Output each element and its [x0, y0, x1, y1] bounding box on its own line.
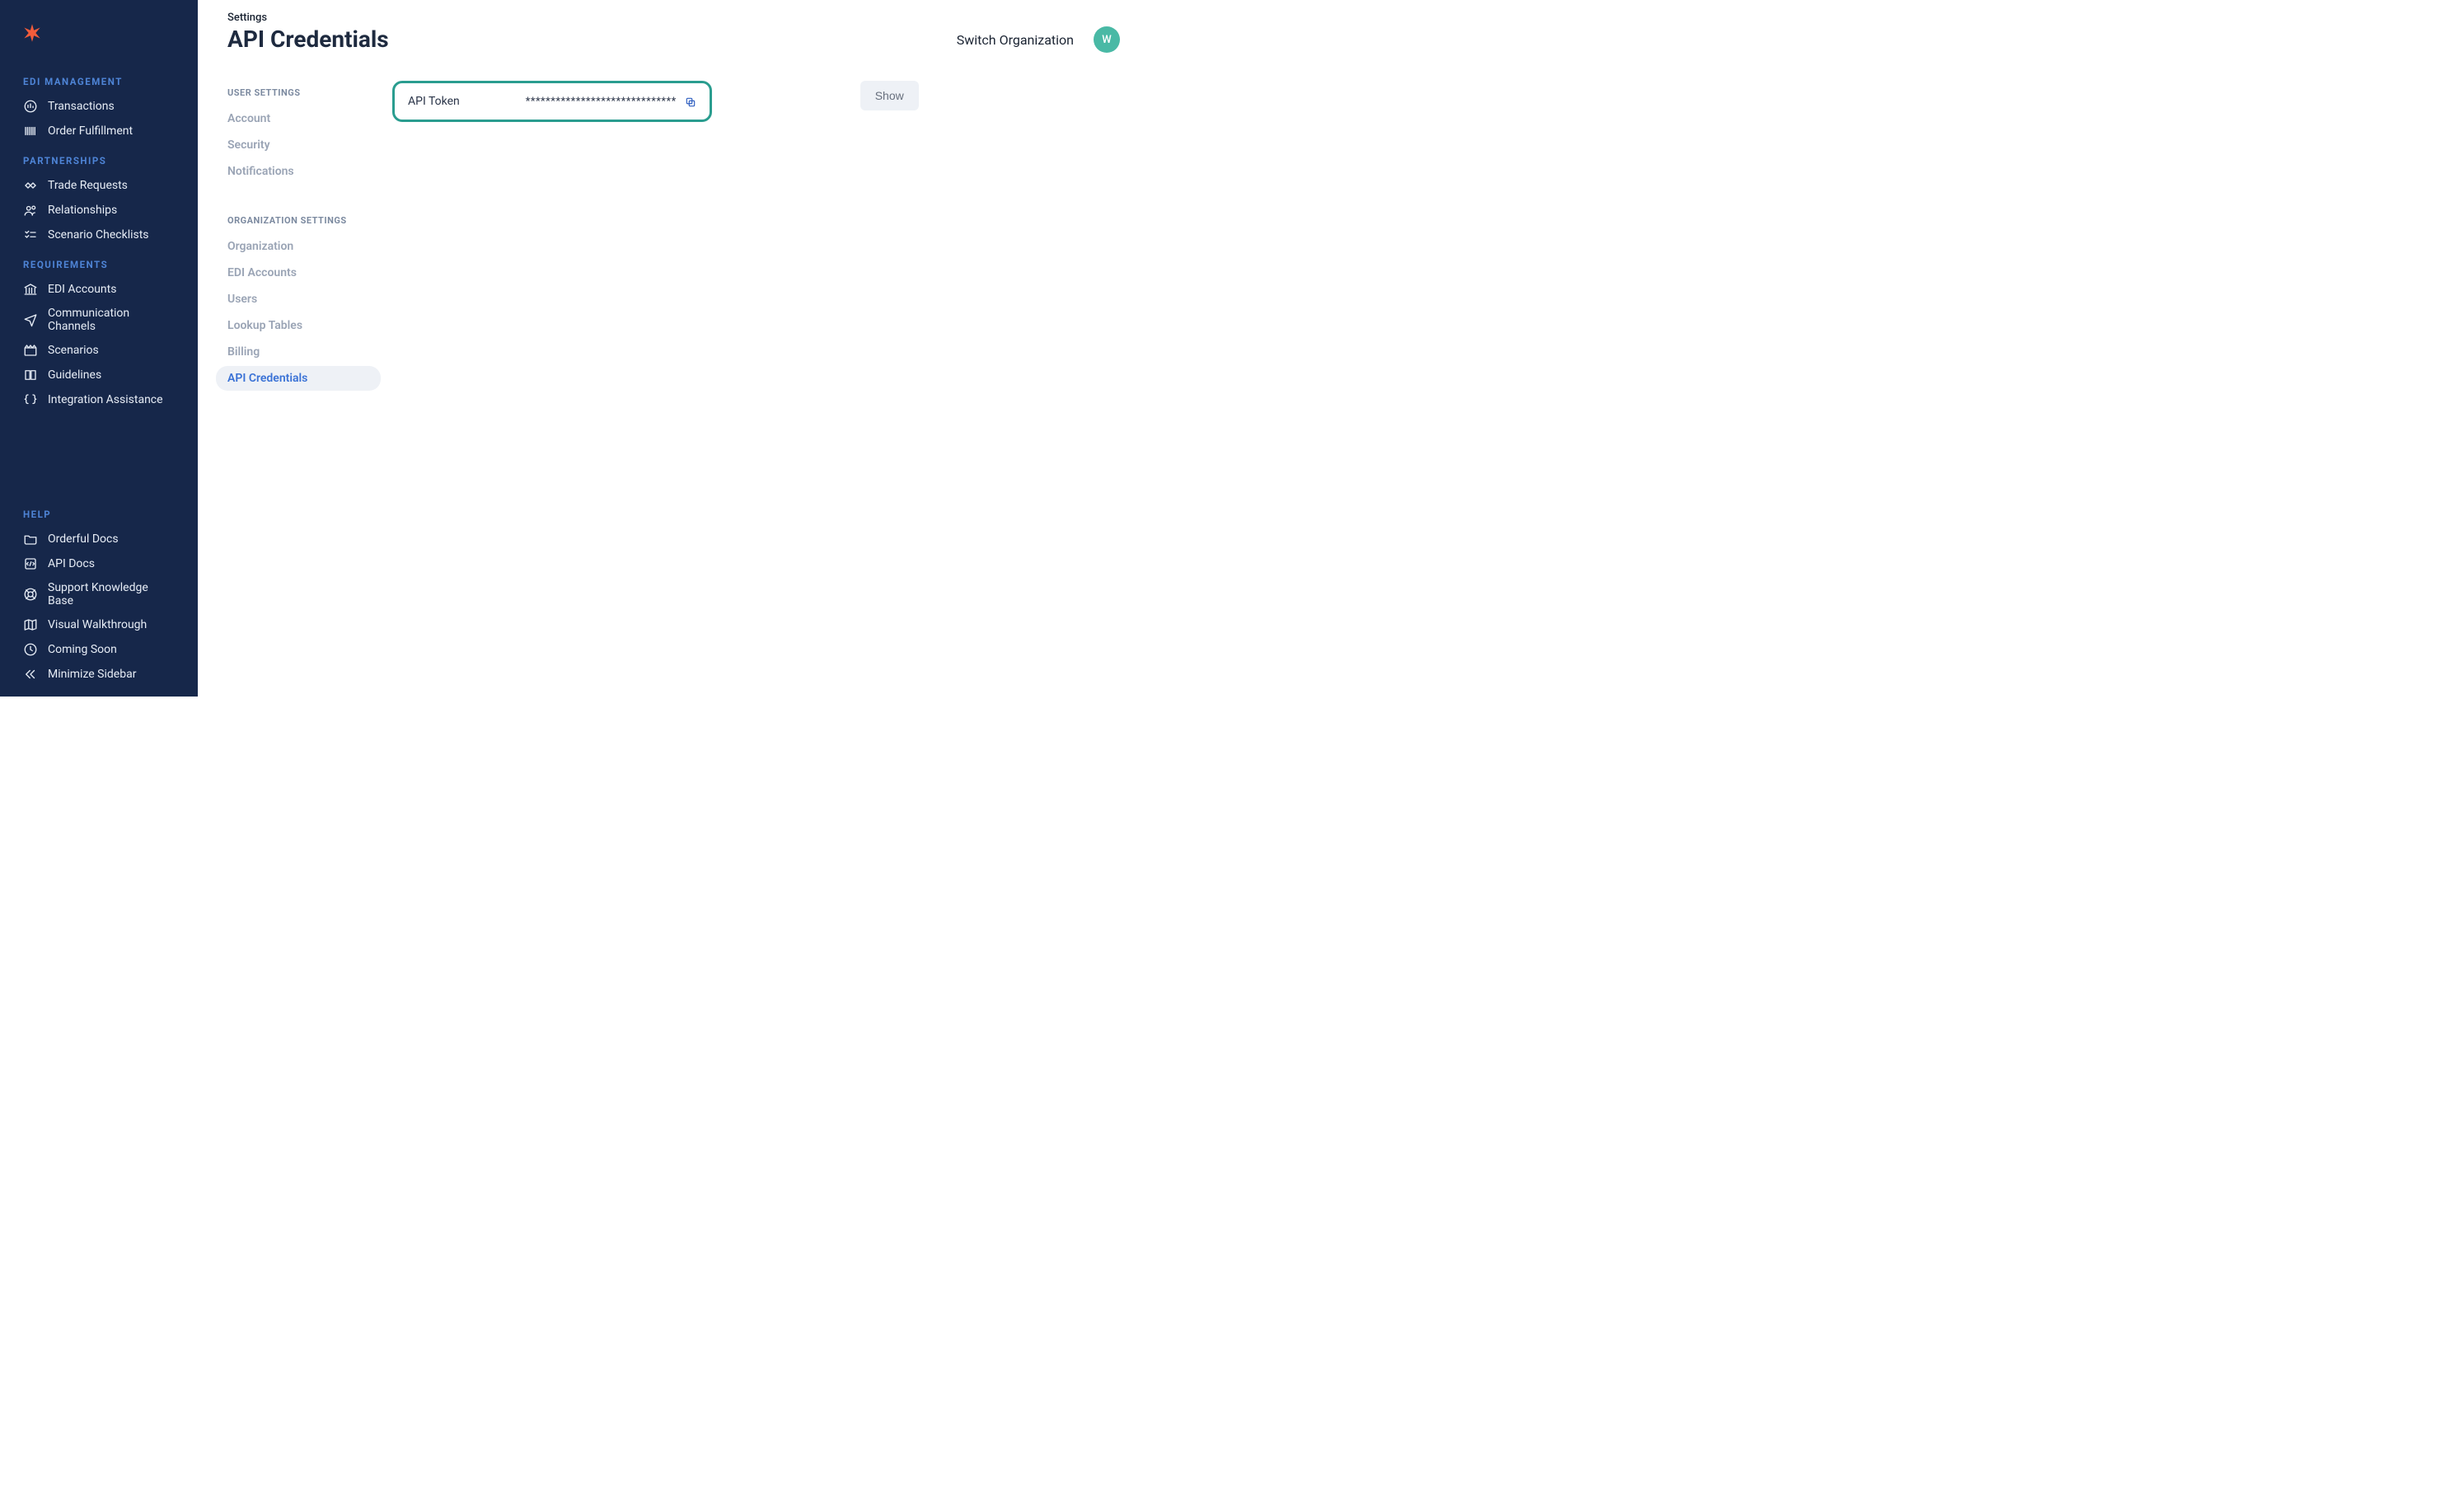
page-heading-block: Settings API Credentials: [227, 12, 389, 53]
settings-item-billing[interactable]: Billing: [227, 340, 376, 364]
api-token-card: API Token ******************************: [392, 81, 712, 122]
sidebar-item-guidelines[interactable]: Guidelines: [0, 363, 198, 387]
chevrons-left-icon: [23, 667, 38, 682]
asterisk-logo-icon: [21, 21, 43, 45]
sidebar-item-label: Guidelines: [48, 368, 101, 382]
sidebar-item-edi-accounts[interactable]: EDI Accounts: [0, 277, 198, 302]
sidebar-item-label: Coming Soon: [48, 643, 117, 656]
sidebar-item-label: Orderful Docs: [48, 532, 119, 546]
sidebar-item-scenarios[interactable]: Scenarios: [0, 338, 198, 363]
main-area: Settings API Credentials Switch Organiza…: [198, 0, 1150, 697]
api-token-label: API Token: [408, 95, 460, 108]
sidebar-item-label: Scenario Checklists: [48, 228, 149, 242]
sidebar-section-title-help: HELP: [0, 497, 198, 527]
switch-organization-link[interactable]: Switch Organization: [957, 32, 1074, 48]
settings-item-account[interactable]: Account: [227, 106, 376, 131]
settings-subnav: USER SETTINGS AccountSecurityNotificatio…: [227, 81, 376, 392]
sidebar-nav: EDI MANAGEMENT Transactions Order Fulfillm…: [0, 64, 198, 497]
sidebar-item-transactions[interactable]: Transactions: [0, 94, 198, 119]
topbar-right: Switch Organization W: [957, 12, 1120, 53]
api-token-masked-value: ******************************: [526, 96, 677, 108]
sidebar-item-label: API Docs: [48, 557, 95, 570]
settings-item-users[interactable]: Users: [227, 287, 376, 312]
barcode-icon: [23, 124, 38, 138]
users-icon: [23, 203, 38, 218]
book-icon: [23, 368, 38, 382]
settings-item-api-credentials[interactable]: API Credentials: [216, 366, 381, 391]
app-logo: [0, 15, 198, 64]
bank-icon: [23, 282, 38, 297]
sidebar-item-scenario-checklists[interactable]: Scenario Checklists: [0, 223, 198, 247]
clock-icon: [23, 642, 38, 657]
sidebar-item-label: Relationships: [48, 204, 117, 217]
sidebar-help-section: HELP Orderful Docs API Docs Support Knowle…: [0, 497, 198, 697]
send-icon: [23, 312, 38, 327]
sidebar-section-title-partnerships: PARTNERSHIPS: [0, 143, 198, 173]
sidebar-item-label: Transactions: [48, 100, 115, 113]
page-title: API Credentials: [227, 26, 389, 53]
sidebar-item-relationships[interactable]: Relationships: [0, 198, 198, 223]
braces-icon: [23, 392, 38, 407]
clapper-icon: [23, 343, 38, 358]
map-icon: [23, 617, 38, 632]
settings-item-edi-accounts[interactable]: EDI Accounts: [227, 260, 376, 285]
settings-item-organization[interactable]: Organization: [227, 234, 376, 259]
sidebar-item-label: EDI Accounts: [48, 283, 116, 296]
sidebar-item-label: Minimize Sidebar: [48, 668, 136, 681]
sidebar-item-api-docs[interactable]: API Docs: [0, 551, 198, 576]
handshake-icon: [23, 178, 38, 193]
sidebar-item-order-fulfillment[interactable]: Order Fulfillment: [0, 119, 198, 143]
sidebar-item-label: Scenarios: [48, 344, 99, 357]
content-row: USER SETTINGS AccountSecurityNotificatio…: [198, 61, 1150, 392]
app-sidebar: EDI MANAGEMENT Transactions Order Fulfillm…: [0, 0, 198, 697]
sidebar-item-integration-assistance[interactable]: Integration Assistance: [0, 387, 198, 412]
topbar: Settings API Credentials Switch Organiza…: [198, 0, 1150, 61]
folder-icon: [23, 532, 38, 546]
sidebar-item-support-knowledge-base[interactable]: Support Knowledge Base: [0, 576, 198, 612]
sidebar-item-minimize-sidebar[interactable]: Minimize Sidebar: [0, 662, 198, 687]
subnav-section-user: USER SETTINGS: [227, 87, 376, 98]
sidebar-item-label: Integration Assistance: [48, 393, 163, 406]
checklist-icon: [23, 228, 38, 242]
sidebar-section-title-requirements: REQUIREMENTS: [0, 247, 198, 277]
user-avatar[interactable]: W: [1094, 26, 1120, 53]
sidebar-item-label: Communication Channels: [48, 307, 175, 333]
sidebar-item-label: Order Fulfillment: [48, 124, 133, 138]
sidebar-item-label: Trade Requests: [48, 179, 128, 192]
copy-icon[interactable]: [685, 96, 696, 107]
settings-item-notifications[interactable]: Notifications: [227, 159, 376, 184]
show-token-button[interactable]: Show: [860, 81, 919, 110]
sidebar-item-label: Support Knowledge Base: [48, 581, 175, 607]
sidebar-item-label: Visual Walkthrough: [48, 618, 147, 631]
life-ring-icon: [23, 587, 38, 602]
sidebar-section-title-edi-management: EDI MANAGEMENT: [0, 64, 198, 94]
chart-circle-icon: [23, 99, 38, 114]
sidebar-item-coming-soon[interactable]: Coming Soon: [0, 637, 198, 662]
subnav-section-org: ORGANIZATION SETTINGS: [227, 215, 376, 226]
api-credentials-panel: API Token ******************************…: [392, 81, 1120, 392]
settings-item-security[interactable]: Security: [227, 133, 376, 157]
sidebar-item-visual-walkthrough[interactable]: Visual Walkthrough: [0, 612, 198, 637]
api-token-value-wrap: ******************************: [526, 96, 696, 108]
breadcrumb: Settings: [227, 12, 389, 24]
sidebar-item-trade-requests[interactable]: Trade Requests: [0, 173, 198, 198]
api-doc-icon: [23, 556, 38, 571]
settings-item-lookup-tables[interactable]: Lookup Tables: [227, 313, 376, 338]
sidebar-item-orderful-docs[interactable]: Orderful Docs: [0, 527, 198, 551]
sidebar-item-communication-channels[interactable]: Communication Channels: [0, 302, 198, 338]
